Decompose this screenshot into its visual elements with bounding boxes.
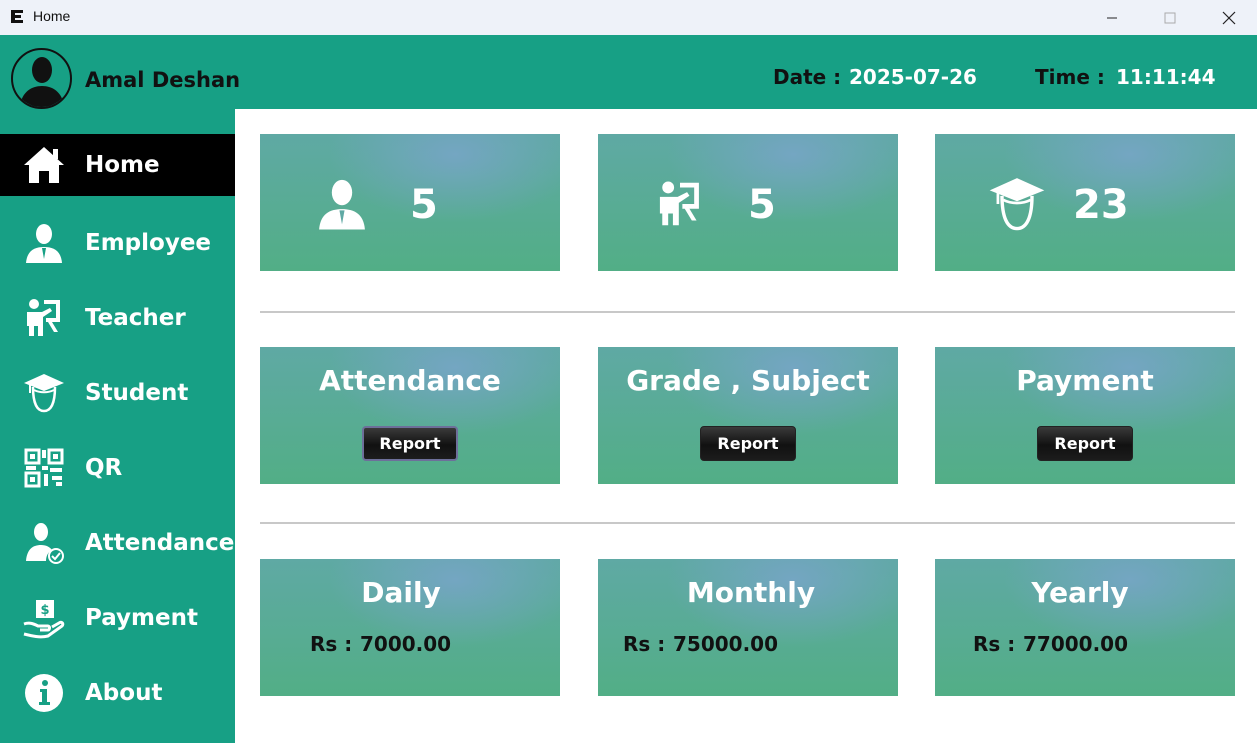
maximize-icon: [1164, 12, 1176, 23]
sidebar-item-label: Teacher: [85, 305, 186, 331]
attendance-icon: [22, 521, 66, 565]
user-name: Amal Deshan: [85, 68, 241, 92]
daily-amount: 7000.00: [360, 632, 452, 656]
sidebar-item-employee[interactable]: Employee: [0, 212, 235, 274]
student-icon: [987, 174, 1047, 234]
grade-subject-report-card: Grade , Subject Report: [598, 347, 898, 484]
payment-report-card: Payment Report: [935, 347, 1235, 484]
sidebar-item-attendance[interactable]: Attendance: [0, 512, 235, 574]
student-count: 23: [1073, 182, 1129, 228]
close-icon: [1222, 11, 1236, 24]
close-button[interactable]: [1200, 0, 1257, 35]
payment-report-button[interactable]: Report: [1037, 426, 1133, 461]
student-count-card[interactable]: 23: [935, 134, 1235, 271]
svg-text:$: $: [40, 603, 49, 618]
sidebar-item-home[interactable]: Home: [0, 134, 235, 196]
date-label: Date :: [773, 65, 842, 89]
grade-subject-report-button[interactable]: Report: [700, 426, 796, 461]
section-divider: [260, 522, 1235, 524]
payment-icon: $: [22, 596, 66, 640]
card-title: Yearly: [1031, 576, 1129, 609]
section-divider: [260, 311, 1235, 313]
teacher-icon: [22, 296, 66, 340]
window-title: Home: [33, 8, 71, 24]
employee-icon: [312, 174, 372, 234]
card-title: Monthly: [686, 576, 816, 609]
sidebar-item-label: Home: [85, 152, 160, 178]
qr-code-icon: [22, 446, 66, 490]
daily-income-card: Daily Rs : 7000.00: [260, 559, 560, 696]
app-logo-icon: [11, 10, 23, 23]
sidebar-item-payment[interactable]: $ Payment: [0, 587, 235, 649]
sidebar-item-label: Payment: [85, 605, 198, 631]
teacher-count: 5: [748, 182, 776, 228]
date-value: 2025-07-26: [849, 65, 977, 89]
top-header: Amal Deshan Date : 2025-07-26 Time : 11:…: [0, 35, 1257, 109]
user-avatar-icon: [19, 57, 65, 107]
maximize-button[interactable]: [1141, 0, 1199, 35]
sidebar-item-qr[interactable]: QR: [0, 437, 235, 499]
student-icon: [22, 371, 66, 415]
monthly-amount: 75000.00: [673, 632, 779, 656]
currency-label: Rs :: [623, 632, 666, 656]
title-bar: Home: [0, 0, 1257, 35]
card-title: Payment: [1016, 364, 1154, 397]
sidebar-item-label: About: [85, 680, 163, 706]
currency-label: Rs :: [310, 632, 353, 656]
yearly-income-card: Yearly Rs : 77000.00: [935, 559, 1235, 696]
avatar[interactable]: [11, 48, 72, 109]
sidebar-item-teacher[interactable]: Teacher: [0, 287, 235, 349]
currency-label: Rs :: [973, 632, 1016, 656]
employee-icon: [22, 221, 66, 265]
card-title: Attendance: [319, 364, 501, 397]
employee-count: 5: [410, 182, 438, 228]
sidebar-item-label: Student: [85, 380, 189, 406]
employee-count-card[interactable]: 5: [260, 134, 560, 271]
teacher-count-card[interactable]: 5: [598, 134, 898, 271]
home-icon: [22, 143, 66, 187]
yearly-amount: 77000.00: [1023, 632, 1129, 656]
time-label: Time :: [1035, 65, 1105, 89]
sidebar: Home Employee Teacher Student QR Attenda…: [0, 109, 235, 743]
attendance-report-button[interactable]: Report: [362, 426, 458, 461]
teacher-icon: [650, 174, 710, 234]
sidebar-item-about[interactable]: About: [0, 662, 235, 724]
time-value: 11:11:44: [1116, 65, 1216, 89]
sidebar-item-label: QR: [85, 455, 123, 481]
attendance-report-card: Attendance Report: [260, 347, 560, 484]
minimize-icon: [1107, 17, 1117, 18]
sidebar-item-student[interactable]: Student: [0, 362, 235, 424]
monthly-income-card: Monthly Rs : 75000.00: [598, 559, 898, 696]
card-title: Daily: [361, 576, 441, 609]
minimize-button[interactable]: [1083, 0, 1141, 35]
sidebar-item-label: Employee: [85, 230, 212, 256]
info-icon: [22, 671, 66, 715]
card-title: Grade , Subject: [626, 364, 870, 397]
sidebar-item-label: Attendance: [85, 530, 235, 556]
app-window: Home Amal Deshan Date : 2025-07-26 Time …: [0, 0, 1257, 743]
